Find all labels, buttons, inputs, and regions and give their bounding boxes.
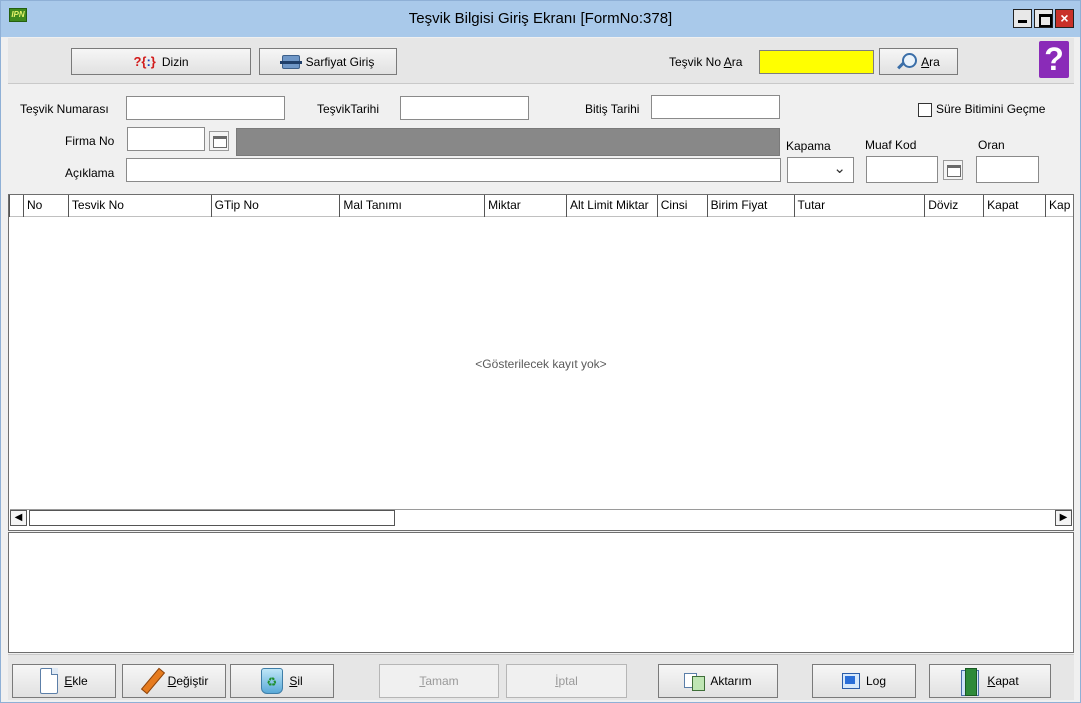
kapat-button[interactable]: Kapat: [929, 664, 1051, 698]
sil-button[interactable]: Sil: [230, 664, 334, 698]
main-window: IPN Teşvik Bilgisi Giriş Ekranı [FormNo:…: [0, 0, 1081, 703]
tesvik-numarasi-input[interactable]: [126, 96, 285, 120]
close-icon[interactable]: ×: [1055, 9, 1074, 28]
aciklama-label: Açıklama: [65, 166, 115, 180]
muaf-kod-input[interactable]: [866, 156, 938, 183]
degistir-label: Değiştir: [167, 674, 209, 688]
grid-col-gtip-no[interactable]: GTip No: [210, 195, 340, 217]
grid-col-no[interactable]: No: [22, 195, 68, 217]
sil-label: Sil: [289, 674, 303, 688]
scroll-right-icon[interactable]: ▶: [1055, 510, 1072, 526]
grid-col-doviz[interactable]: Döviz: [924, 195, 983, 217]
detail-panel: [8, 532, 1074, 653]
grid-col-alt-limit-miktar[interactable]: Alt Limit Miktar: [565, 195, 657, 217]
log-label: Log: [865, 674, 887, 688]
help-icon[interactable]: ?: [1039, 41, 1069, 78]
grid-col-cinsi[interactable]: Cinsi: [656, 195, 707, 217]
grid-col-birim-fiyat[interactable]: Birim Fiyat: [706, 195, 794, 217]
ara-label: Ara: [921, 54, 940, 69]
new-document-icon: [40, 668, 59, 694]
edit-pen-icon: [139, 669, 162, 693]
maximize-icon[interactable]: [1034, 9, 1053, 28]
recycle-bin-icon: [261, 668, 284, 694]
sarfiyat-giris-label: Sarfiyat Giriş: [305, 54, 375, 69]
aciklama-input[interactable]: [126, 158, 781, 182]
bitis-tarihi-label: Bitiş Tarihi: [585, 102, 640, 116]
sure-bitimi-checkbox[interactable]: [918, 103, 932, 117]
log-window-icon: [841, 673, 860, 689]
grid-horizontal-scrollbar[interactable]: ◀ ▶: [10, 509, 1072, 526]
grid-col-miktar[interactable]: Miktar: [484, 195, 566, 217]
oran-label: Oran: [978, 138, 1005, 152]
iptal-button[interactable]: İptal: [506, 664, 627, 698]
sure-bitimi-label: Süre Bitimini Geçme: [936, 102, 1046, 116]
tesvik-no-search-input[interactable]: [759, 50, 874, 74]
log-button[interactable]: Log: [812, 664, 916, 698]
grid-col-mal-tanimi[interactable]: Mal Tanımı: [339, 195, 484, 217]
dizin-icon: ?{:}: [133, 54, 156, 69]
ekle-label: Ekle: [64, 674, 88, 688]
tamam-label: Tamam: [419, 674, 459, 688]
grid-empty-message: <Gösterilecek kayıt yok>: [475, 357, 607, 371]
grid-header: No Tesvik No GTip No Mal Tanımı Miktar A…: [9, 195, 1073, 217]
window-title: Teşvik Bilgisi Giriş Ekranı [FormNo:378]: [408, 10, 673, 27]
exit-door-icon: [961, 668, 981, 696]
oran-input[interactable]: [976, 156, 1039, 183]
tamam-button[interactable]: Tamam: [379, 664, 499, 698]
kapama-select[interactable]: [787, 157, 854, 183]
grid-col-selector[interactable]: [9, 195, 23, 217]
tesvik-numarasi-label: Teşvik Numarası: [20, 102, 109, 116]
grid-col-kap[interactable]: Kap: [1045, 195, 1073, 217]
grid-col-tutar[interactable]: Tutar: [793, 195, 925, 217]
tesvik-tarihi-input[interactable]: [400, 96, 529, 120]
scroll-thumb[interactable]: [29, 510, 395, 526]
tesvik-no-ara-label: Teşvik No Ara: [669, 55, 743, 69]
iptal-label: İptal: [555, 674, 578, 688]
degistir-button[interactable]: Değiştir: [122, 664, 226, 698]
ara-button[interactable]: Ara: [879, 48, 958, 75]
title-bar[interactable]: IPN Teşvik Bilgisi Giriş Ekranı [FormNo:…: [1, 1, 1080, 37]
minimize-icon[interactable]: [1013, 9, 1032, 28]
aktarim-label: Aktarım: [710, 674, 752, 688]
firma-name-display: [236, 128, 780, 156]
muaf-kod-lookup-icon[interactable]: [943, 160, 963, 180]
muaf-kod-label: Muaf Kod: [865, 138, 917, 152]
sarfiyat-giris-button[interactable]: Sarfiyat Giriş: [259, 48, 397, 75]
bottom-toolbar: Ekle Değiştir Sil Tamam İptal Aktarım Lo…: [8, 654, 1074, 700]
printer-icon: [279, 54, 302, 69]
firma-no-label: Firma No: [65, 134, 115, 148]
kapat-label: Kapat: [987, 674, 1019, 688]
export-icon: [684, 673, 706, 691]
bitis-tarihi-input[interactable]: [651, 95, 780, 119]
dizin-button[interactable]: ?{:} Dizin: [71, 48, 251, 75]
window-controls: ×: [1013, 9, 1074, 28]
tesvik-tarihi-label: TeşvikTarihi: [317, 102, 380, 116]
grid-col-kapat[interactable]: Kapat: [983, 195, 1045, 217]
firma-no-input[interactable]: [127, 127, 205, 151]
kapama-label: Kapama: [786, 139, 831, 153]
firma-lookup-icon[interactable]: [209, 131, 229, 151]
top-toolbar: ?{:} Dizin Sarfiyat Giriş Teşvik No Ara …: [8, 38, 1074, 84]
dizin-label: Dizin: [161, 54, 189, 69]
ekle-button[interactable]: Ekle: [12, 664, 116, 698]
grid-col-tesvik-no[interactable]: Tesvik No: [67, 195, 211, 217]
scroll-left-icon[interactable]: ◀: [10, 510, 27, 526]
tesvik-grid: No Tesvik No GTip No Mal Tanımı Miktar A…: [8, 194, 1074, 531]
search-icon: [897, 52, 918, 71]
aktarim-button[interactable]: Aktarım: [658, 664, 778, 698]
